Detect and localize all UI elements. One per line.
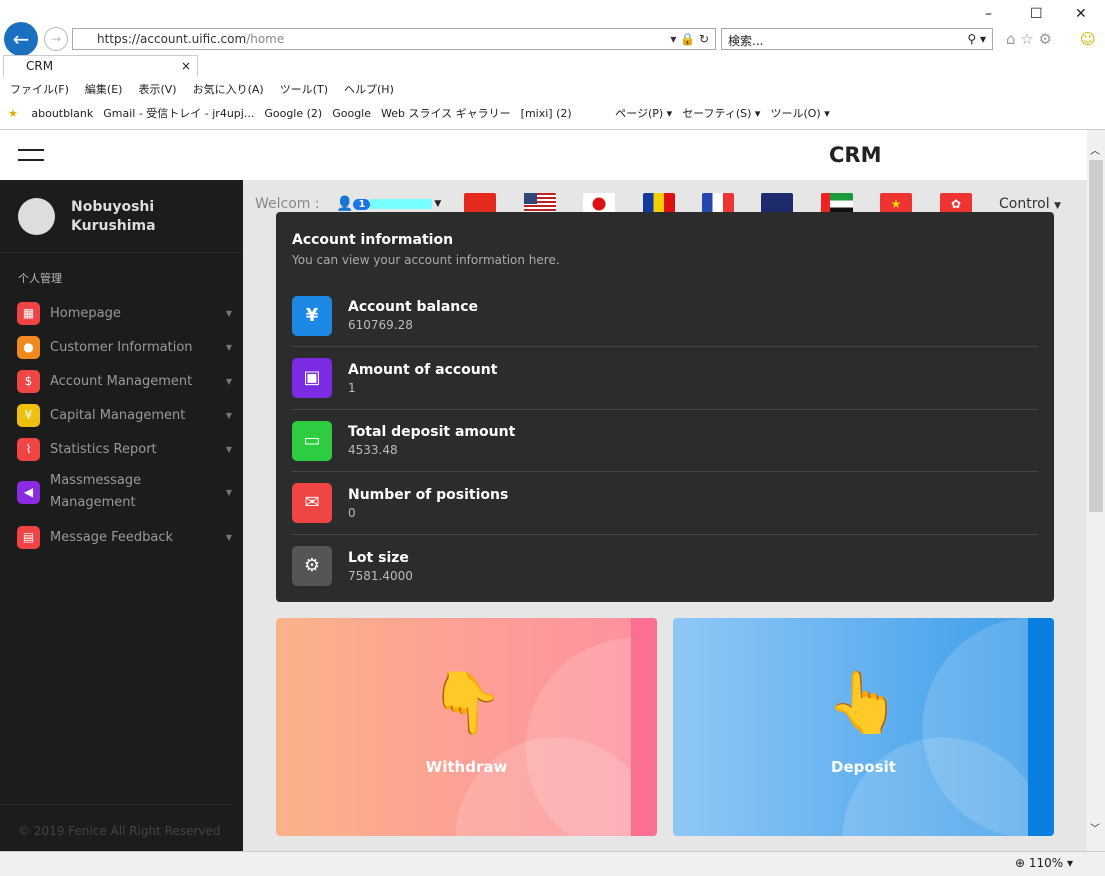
fav-link[interactable]: aboutblank — [31, 107, 93, 120]
sidebar-item[interactable]: $ Account Management ▼ — [17, 368, 232, 394]
sidebar-item-label: Homepage — [50, 305, 121, 321]
sidebar-icon: ▤ — [17, 525, 40, 549]
user-icon: 👤 — [336, 196, 354, 212]
zoom-level[interactable]: ⊕ 110% ▾ — [1015, 856, 1073, 870]
caret-icon: ▼ — [225, 444, 232, 454]
caret-icon: ▼ — [225, 410, 232, 420]
page-title: CRM — [829, 143, 882, 167]
notification-badge: 1 — [353, 198, 371, 210]
smiley-icon[interactable]: ☺ — [1080, 30, 1096, 48]
divider — [0, 804, 235, 805]
page-header — [0, 130, 1087, 180]
deposit-button[interactable]: 👆 Deposit — [673, 618, 1054, 836]
caret-icon: ▼ — [225, 308, 232, 318]
menu-favorites[interactable]: お気に入り(A) — [193, 83, 264, 96]
row-icon: ⚙ — [292, 546, 332, 586]
menu-bar: ファイル(F) 編集(E) 表示(V) お気に入り(A) ツール(T) ヘルプ(H) — [0, 78, 1105, 98]
row-icon: ▭ — [292, 420, 332, 461]
copyright: © 2019 Fenice All Right Reserved — [18, 824, 221, 838]
caret-icon: ▼ — [225, 376, 232, 386]
account-row: ✉ Number of positions 0 — [292, 473, 1038, 535]
fav-link[interactable]: Google — [332, 107, 371, 120]
status-bar — [0, 851, 1105, 876]
card-subtitle: You can view your account information he… — [292, 253, 560, 267]
sidebar-item[interactable]: ● Customer Information ▼ — [17, 334, 232, 360]
sidebar-item-label: Capital Management — [50, 407, 186, 423]
divider — [0, 252, 243, 253]
favorites-bar: ★ aboutblank Gmail - 受信トレイ - jr4upj... Goo… — [0, 101, 1105, 125]
account-row: ▭ Total deposit amount 4533.48 — [292, 410, 1038, 472]
maximize-button[interactable]: ☐ — [1030, 6, 1043, 22]
row-icon: ▣ — [292, 358, 332, 398]
account-row: ⚙ Lot size 7581.4000 — [292, 535, 1038, 597]
account-row: ¥ Account balance 610769.28 — [292, 285, 1038, 347]
forward-button[interactable]: → — [44, 27, 68, 51]
card-title: Account information — [292, 232, 454, 248]
search-input[interactable]: 検索... ⚲ ▾ — [721, 28, 993, 50]
avatar — [18, 198, 55, 235]
sidebar-item-label: Statistics Report — [50, 441, 157, 457]
cmd-safety[interactable]: セーフティ(S) ▾ — [682, 107, 760, 120]
close-window-button[interactable]: ✕ — [1075, 6, 1087, 22]
minimize-button[interactable]: – — [985, 6, 992, 22]
sidebar-icon: $ — [17, 369, 40, 393]
sidebar-item[interactable]: ¥ Capital Management ▼ — [17, 402, 232, 428]
tab-crm[interactable]: CRM × — [3, 55, 198, 77]
search-icon[interactable]: ⚲ ▾ — [967, 32, 986, 46]
sidebar-icon: ▦ — [17, 301, 40, 325]
control-dropdown[interactable]: Control ▼ — [999, 196, 1061, 212]
fav-link[interactable]: Gmail - 受信トレイ - jr4upj... — [103, 107, 254, 120]
sidebar-icon: ◀ — [17, 480, 40, 504]
sidebar-item-label: Message Feedback — [50, 529, 174, 545]
fav-link[interactable]: Google (2) — [264, 107, 322, 120]
chevron-down-icon: ▼ — [434, 199, 442, 209]
fav-link[interactable]: [mixi] (2) — [521, 107, 572, 120]
welcome-label: Welcom : — [255, 196, 320, 212]
cmd-page[interactable]: ページ(P) ▾ — [615, 107, 672, 120]
sidebar-item-label: Account Management — [50, 373, 193, 389]
menu-tools[interactable]: ツール(T) — [280, 83, 328, 96]
scroll-down-icon[interactable]: ﹀ — [1090, 820, 1100, 835]
scroll-up-icon[interactable]: ︿ — [1090, 142, 1100, 157]
menu-edit[interactable]: 編集(E) — [85, 83, 123, 96]
hamburger-menu-icon[interactable] — [18, 149, 44, 161]
sidebar-item[interactable]: ⌇ Statistics Report ▼ — [17, 436, 232, 462]
caret-icon: ▼ — [225, 532, 232, 542]
menu-help[interactable]: ヘルプ(H) — [344, 83, 394, 96]
hand-up-icon: 👆 — [826, 668, 901, 738]
chevron-down-icon: ▼ — [1054, 201, 1061, 211]
cmd-tools[interactable]: ツール(O) ▾ — [770, 107, 829, 120]
withdraw-button[interactable]: 👇 Withdraw — [276, 618, 657, 836]
scrollbar-thumb[interactable] — [1089, 160, 1103, 512]
fav-link[interactable]: Web スライス ギャラリー — [381, 107, 511, 120]
sidebar-icon: ● — [17, 335, 40, 359]
user-dropdown[interactable]: 👤 1 ▼ — [336, 196, 441, 212]
hand-down-icon: 👇 — [429, 668, 504, 738]
row-icon: ✉ — [292, 483, 332, 523]
row-icon: ¥ — [292, 295, 332, 336]
sidebar-item-label: Customer Information — [50, 339, 193, 355]
sidebar-icon: ⌇ — [17, 437, 40, 461]
back-button[interactable]: ← — [4, 22, 38, 56]
browser-chrome: – ☐ ✕ ← → https://account.uific.com/home… — [0, 0, 1105, 130]
lock-refresh-icon[interactable]: ▾ 🔒 ↻ — [670, 32, 709, 46]
zoom-icon: ⊕ — [1015, 856, 1029, 870]
address-bar[interactable]: https://account.uific.com/home ▾ 🔒 ↻ — [72, 28, 716, 50]
account-row: ▣ Amount of account 1 — [292, 348, 1038, 410]
section-label: 个人管理 — [18, 272, 62, 285]
sidebar-item[interactable]: ◀ Massmessage Management ▼ — [17, 470, 232, 514]
favorite-star-icon[interactable]: ★ — [8, 107, 18, 120]
home-star-gear-icons[interactable]: ⌂ ☆ ⚙ — [1006, 30, 1052, 48]
user-name: Nobuyoshi Kurushima — [71, 199, 156, 234]
caret-icon: ▼ — [225, 342, 232, 352]
menu-view[interactable]: 表示(V) — [138, 83, 176, 96]
close-tab-icon[interactable]: × — [181, 59, 191, 73]
sidebar-item-label: Massmessage Management — [50, 473, 142, 510]
sidebar-item[interactable]: ▤ Message Feedback ▼ — [17, 524, 232, 550]
sidebar-item[interactable]: ▦ Homepage ▼ — [17, 300, 232, 326]
sidebar-icon: ¥ — [17, 403, 40, 427]
caret-icon: ▼ — [225, 487, 232, 497]
menu-file[interactable]: ファイル(F) — [10, 83, 69, 96]
